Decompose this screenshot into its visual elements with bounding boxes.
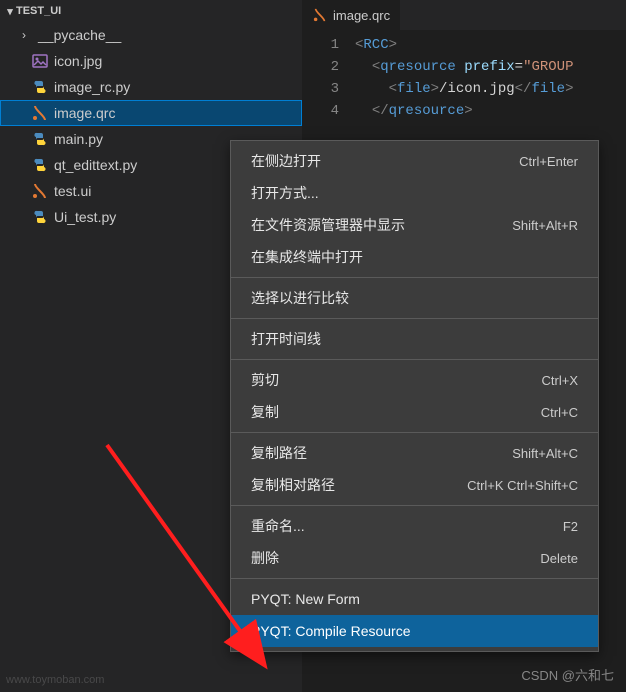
menu-separator: [231, 432, 598, 433]
menu-separator: [231, 578, 598, 579]
watermark-text: CSDN @六和七: [521, 665, 614, 684]
menu-shortcut: Ctrl+C: [541, 405, 578, 420]
menu-separator: [231, 277, 598, 278]
menu-item[interactable]: 打开方式...: [231, 177, 598, 209]
line-number: 2: [303, 56, 339, 78]
file-item[interactable]: image_rc.py: [0, 74, 302, 100]
file-label: Ui_test.py: [54, 209, 116, 225]
menu-item[interactable]: 在文件资源管理器中显示 Shift+Alt+R: [231, 209, 598, 241]
file-label: image.qrc: [54, 105, 115, 121]
menu-item[interactable]: 在侧边打开 Ctrl+Enter: [231, 145, 598, 177]
project-title: TEST_UI: [16, 5, 61, 17]
line-number: 3: [303, 78, 339, 100]
menu-label: 在侧边打开: [251, 151, 321, 171]
line-number: 4: [303, 100, 339, 122]
menu-label: 复制路径: [251, 443, 307, 463]
tab-bar: image.qrc: [303, 0, 626, 30]
tab-label: image.qrc: [333, 8, 390, 23]
python-icon: [32, 209, 48, 225]
code-line[interactable]: <RCC>: [355, 34, 626, 56]
menu-shortcut: Ctrl+X: [542, 373, 578, 388]
menu-separator: [231, 505, 598, 506]
menu-shortcut: F2: [563, 519, 578, 534]
editor-tab[interactable]: image.qrc: [303, 0, 401, 30]
menu-shortcut: Shift+Alt+R: [512, 218, 578, 233]
explorer-header[interactable]: ▾ TEST_UI: [0, 0, 302, 22]
python-icon: [32, 79, 48, 95]
chevron-right-icon: ›: [16, 27, 32, 43]
menu-label: 复制: [251, 402, 279, 422]
menu-label: 剪切: [251, 370, 279, 390]
file-item[interactable]: icon.jpg: [0, 48, 302, 74]
image-icon: [32, 53, 48, 69]
menu-item[interactable]: 在集成终端中打开: [231, 241, 598, 273]
menu-label: 删除: [251, 548, 279, 568]
menu-item[interactable]: 复制相对路径 Ctrl+K Ctrl+Shift+C: [231, 469, 598, 501]
code-line[interactable]: <file>/icon.jpg</file>: [355, 78, 626, 100]
file-label: test.ui: [54, 183, 91, 199]
file-label: qt_edittext.py: [54, 157, 137, 173]
menu-label: PYQT: New Form: [251, 591, 360, 607]
menu-shortcut: Delete: [540, 551, 578, 566]
code-line[interactable]: <qresource prefix="GROUP: [355, 56, 626, 78]
menu-item[interactable]: 复制 Ctrl+C: [231, 396, 598, 428]
file-item[interactable]: image.qrc: [0, 100, 302, 126]
menu-label: 在集成终端中打开: [251, 247, 363, 267]
xml-icon: [32, 183, 48, 199]
line-number: 1: [303, 34, 339, 56]
menu-label: 在文件资源管理器中显示: [251, 215, 405, 235]
chevron-down-icon: ▾: [4, 5, 16, 18]
menu-item[interactable]: PYQT: Compile Resource: [231, 615, 598, 647]
menu-label: 重命名...: [251, 516, 305, 536]
xml-icon: [313, 8, 327, 22]
menu-separator: [231, 359, 598, 360]
menu-item[interactable]: 打开时间线: [231, 323, 598, 355]
menu-label: PYQT: Compile Resource: [251, 623, 411, 639]
menu-item[interactable]: 选择以进行比较: [231, 282, 598, 314]
menu-shortcut: Ctrl+K Ctrl+Shift+C: [467, 478, 578, 493]
code-line[interactable]: </qresource>: [355, 100, 626, 122]
menu-item[interactable]: 删除 Delete: [231, 542, 598, 574]
menu-item[interactable]: 复制路径 Shift+Alt+C: [231, 437, 598, 469]
menu-item[interactable]: 剪切 Ctrl+X: [231, 364, 598, 396]
menu-label: 打开时间线: [251, 329, 321, 349]
menu-label: 打开方式...: [251, 183, 319, 203]
menu-shortcut: Ctrl+Enter: [519, 154, 578, 169]
xml-icon: [32, 105, 48, 121]
file-label: __pycache__: [38, 27, 121, 43]
folder-item[interactable]: › __pycache__: [0, 22, 302, 48]
file-label: main.py: [54, 131, 103, 147]
menu-separator: [231, 318, 598, 319]
menu-shortcut: Shift+Alt+C: [512, 446, 578, 461]
file-label: image_rc.py: [54, 79, 130, 95]
menu-item[interactable]: PYQT: New Form: [231, 583, 598, 615]
python-icon: [32, 131, 48, 147]
menu-label: 复制相对路径: [251, 475, 335, 495]
watermark-text: www.toymoban.com: [6, 674, 104, 686]
menu-item[interactable]: 重命名... F2: [231, 510, 598, 542]
file-label: icon.jpg: [54, 53, 102, 69]
menu-label: 选择以进行比较: [251, 288, 349, 308]
context-menu: 在侧边打开 Ctrl+Enter 打开方式... 在文件资源管理器中显示 Shift+A…: [230, 140, 599, 652]
python-icon: [32, 157, 48, 173]
